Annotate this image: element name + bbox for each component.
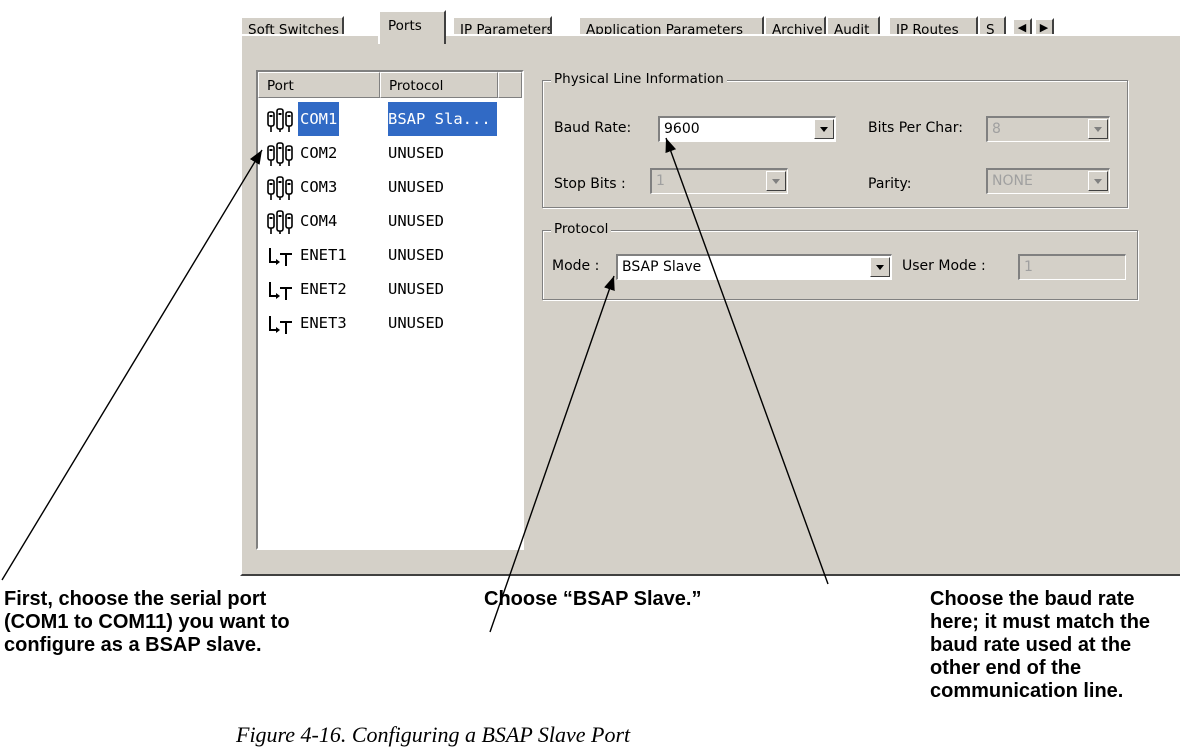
annotation-select-port: First, choose the serial port (COM1 to C… — [4, 588, 290, 656]
arrow-to-com1 — [1, 149, 263, 581]
arrow-to-baud-rate — [665, 137, 829, 585]
annotation-bsap-slave: Choose “BSAP Slave.” — [484, 588, 702, 610]
tab-ports[interactable]: Ports — [378, 10, 446, 44]
annotation-baud-rate: Choose the baud rate here; it must match… — [930, 588, 1151, 702]
figure-caption: Figure 4-16. Configuring a BSAP Slave Po… — [236, 722, 631, 747]
arrow-to-mode — [489, 275, 615, 633]
